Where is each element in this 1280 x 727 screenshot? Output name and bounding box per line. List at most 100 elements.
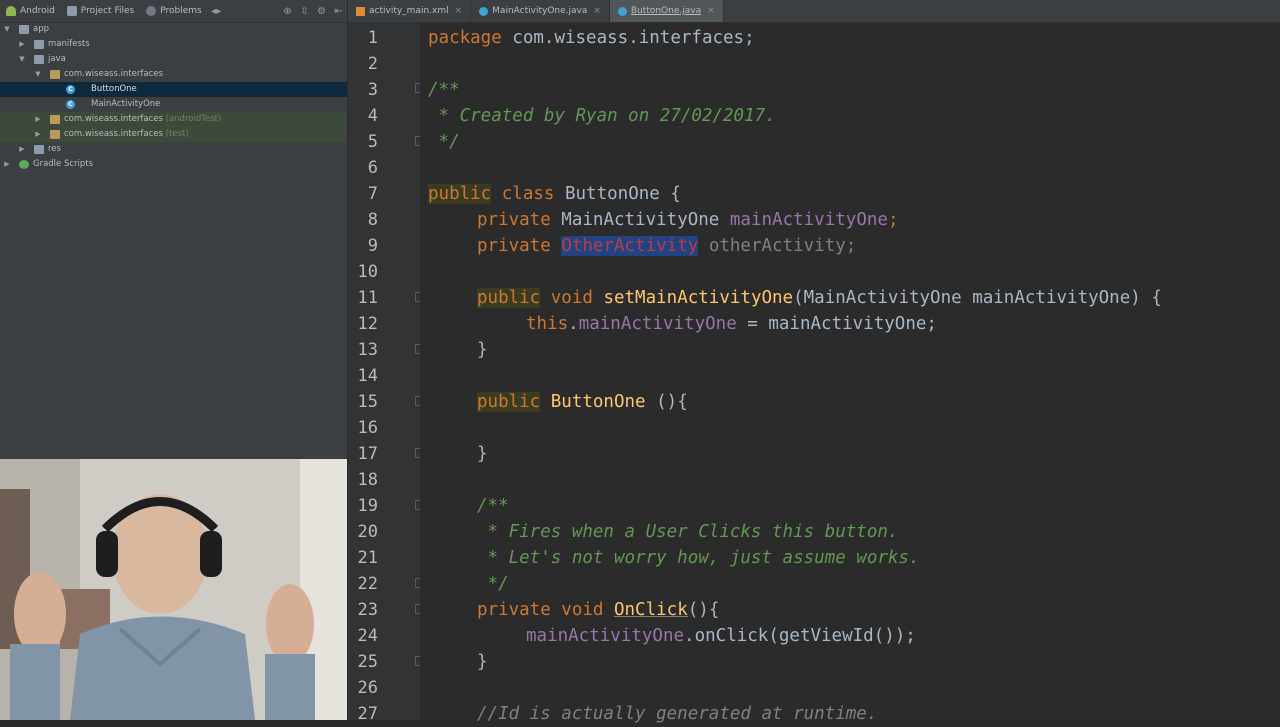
line-number: 8 [367, 210, 378, 230]
tree-item-label: res [48, 144, 61, 154]
tab-android[interactable]: Android [0, 0, 61, 22]
hide-panel-icon[interactable]: ⇤ [333, 6, 344, 17]
line-number: 5 [367, 132, 378, 152]
collapse-arrow-icon[interactable]: ▶ [34, 112, 42, 127]
line-number: 23 [357, 600, 378, 620]
line-number: 27 [357, 704, 378, 724]
tab-scroll-icon[interactable]: ◂▸ [211, 6, 222, 17]
collapse-arrow-icon[interactable]: ▶ [18, 142, 26, 157]
xml-file-icon [356, 6, 365, 16]
folder-icon [34, 55, 44, 64]
line-number: 2 [367, 54, 378, 74]
expand-arrow-icon[interactable]: ▼ [18, 52, 26, 67]
tree-item-res[interactable]: ▶ res [0, 142, 347, 157]
problems-icon [146, 6, 157, 16]
gear-icon[interactable]: ⚙ [316, 6, 327, 17]
tree-item-label: com.wiseass.interfaces (androidTest) [64, 114, 222, 124]
package-icon [50, 70, 60, 79]
tree-item-label: manifests [48, 39, 90, 49]
code-line: */ [477, 574, 509, 594]
tree-item-app[interactable]: ▼ app [0, 22, 347, 37]
close-icon[interactable]: × [707, 6, 715, 16]
tree-item-package[interactable]: ▼ com.wiseass.interfaces [0, 67, 347, 82]
code-line: private OtherActivity otherActivity; [477, 236, 857, 256]
tree-item-package-test[interactable]: ▶ com.wiseass.interfaces (test) [0, 127, 347, 142]
java-class-icon [617, 6, 627, 16]
project-toolbar: Android Project Files Problems ◂▸ ⊕ ⇳ ⚙ … [0, 0, 347, 23]
tab-android-label: Android [20, 6, 55, 16]
editor-tab-bar: activity_main.xml × MainActivityOne.java… [348, 0, 1280, 23]
line-number: 1 [367, 28, 378, 48]
code-line: private MainActivityOne mainActivityOne; [477, 210, 899, 230]
unresolved-symbol[interactable]: OtherActivity [561, 236, 699, 256]
tab-project-files[interactable]: Project Files [61, 0, 140, 22]
tab-buttonone-java[interactable]: ButtonOne.java × [609, 0, 724, 22]
line-number: 17 [357, 444, 378, 464]
code-line: public class ButtonOne { [428, 184, 681, 204]
line-number: 13 [357, 340, 378, 360]
tree-item-label: com.wiseass.interfaces [64, 69, 163, 79]
android-icon [6, 6, 16, 16]
code-line: } [477, 652, 488, 672]
presenter-video-icon [0, 459, 347, 720]
expand-arrow-icon[interactable]: ▼ [34, 67, 42, 82]
code-line: * Let's not worry how, just assume works… [477, 548, 920, 568]
webcam-overlay [0, 459, 347, 720]
code-line: */ [428, 132, 460, 152]
gradle-icon [19, 160, 29, 169]
tree-item-manifests[interactable]: ▶ manifests [0, 37, 347, 52]
class-icon: C [66, 100, 75, 109]
code-line: public void setMainActivityOne(MainActiv… [477, 288, 1162, 308]
close-icon[interactable]: × [593, 6, 601, 16]
line-number: 9 [367, 236, 378, 256]
package-icon [50, 130, 60, 139]
code-line: /** [428, 80, 460, 100]
tree-item-mainactivityone[interactable]: C MainActivityOne [0, 97, 347, 112]
collapse-arrow-icon[interactable]: ▶ [18, 37, 26, 52]
line-number: 18 [357, 470, 378, 490]
code-line: * Created by Ryan on 27/02/2017. [428, 106, 776, 126]
code-line: * Fires when a User Clicks this button. [477, 522, 899, 542]
tree-item-package-androidtest[interactable]: ▶ com.wiseass.interfaces (androidTest) [0, 112, 347, 127]
tree-item-buttonone[interactable]: C ButtonOne [0, 82, 347, 97]
line-number: 19 [357, 496, 378, 516]
code-line: } [477, 340, 488, 360]
collapse-arrow-icon[interactable]: ▶ [3, 157, 11, 172]
expand-arrow-icon[interactable]: ▼ [3, 22, 11, 37]
line-number: 4 [367, 106, 378, 126]
tab-project-files-label: Project Files [80, 6, 135, 16]
project-files-icon [66, 6, 77, 16]
tree-item-label: ButtonOne [91, 84, 137, 94]
code-line: mainActivityOne.onClick(getViewId()); [526, 626, 916, 646]
code-line: /** [477, 496, 509, 516]
package-icon [50, 115, 60, 124]
collapse-icon[interactable]: ⇳ [299, 6, 310, 17]
tree-item-gradle-scripts[interactable]: ▶ Gradle Scripts [0, 157, 347, 172]
line-number: 15 [357, 392, 378, 412]
tree-item-java[interactable]: ▼ java [0, 52, 347, 67]
target-icon[interactable]: ⊕ [282, 6, 293, 17]
folder-icon [34, 40, 44, 49]
tab-activity-main-xml[interactable]: activity_main.xml × [348, 0, 472, 22]
collapse-arrow-icon[interactable]: ▶ [34, 127, 42, 142]
line-number-gutter: 1 2 3 4 5 6 7 8 9 10 11 12 13 14 15 16 1… [348, 23, 427, 724]
code-editor[interactable]: package com.wiseass.interfaces; /** * Cr… [420, 23, 1280, 724]
line-number: 11 [357, 288, 378, 308]
tab-problems-label: Problems [160, 6, 202, 16]
tree-item-label: Gradle Scripts [33, 159, 94, 169]
line-number: 21 [357, 548, 378, 568]
folder-icon [34, 145, 44, 154]
line-number: 3 [367, 80, 378, 100]
line-number: 12 [357, 314, 378, 334]
class-icon: C [66, 85, 75, 94]
code-line: } [477, 444, 488, 464]
line-number: 20 [357, 522, 378, 542]
close-icon[interactable]: × [455, 6, 463, 16]
line-number: 26 [357, 678, 378, 698]
tab-mainactivityone-java[interactable]: MainActivityOne.java × [471, 0, 610, 22]
line-number: 10 [357, 262, 378, 282]
tree-item-label: com.wiseass.interfaces (test) [64, 129, 189, 139]
line-number: 6 [367, 158, 378, 178]
line-number: 14 [357, 366, 378, 386]
tab-problems[interactable]: Problems [140, 0, 207, 22]
